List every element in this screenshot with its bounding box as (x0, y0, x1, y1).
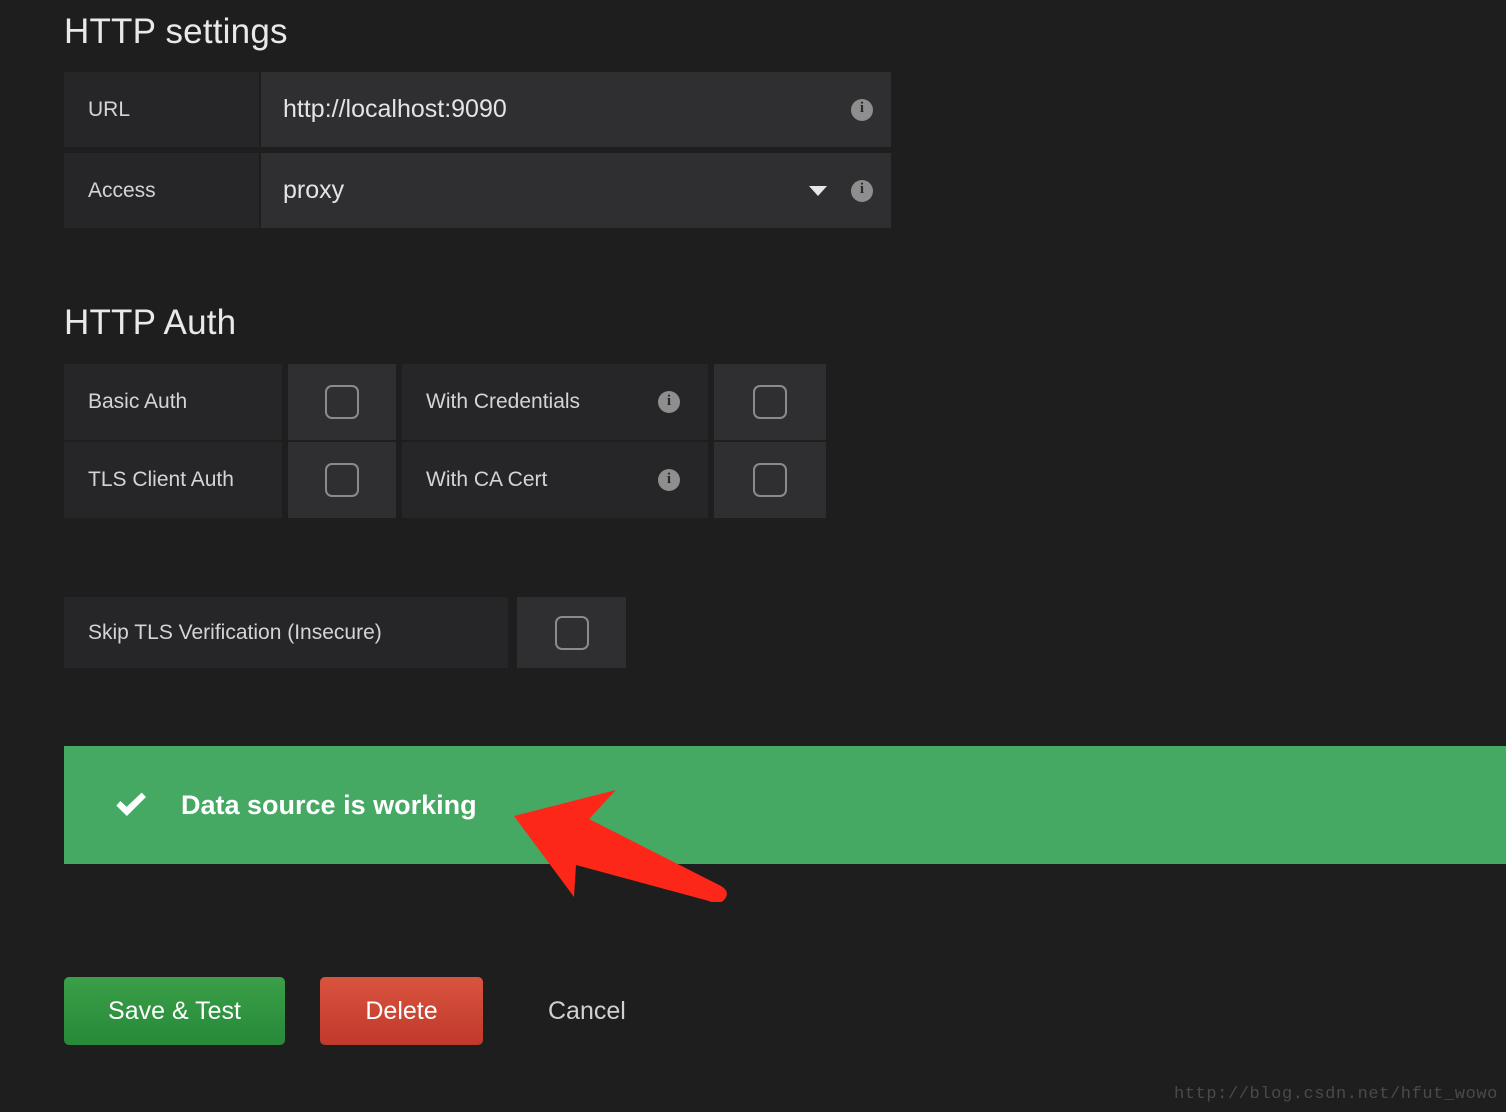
http-auth-grid: Basic Auth With Credentials i TLS Client… (64, 364, 826, 518)
info-icon[interactable]: i (851, 179, 873, 202)
datasource-settings-page: HTTP settings URL http://localhost:9090 … (0, 0, 1506, 1112)
skip-tls-checkbox[interactable] (554, 615, 589, 650)
basic-auth-label: Basic Auth (64, 364, 282, 440)
cancel-button[interactable]: Cancel (548, 977, 626, 1045)
info-icon[interactable]: i (658, 469, 680, 491)
with-ca-cert-label: With CA Cert (426, 468, 548, 491)
skip-tls-checkbox-cell[interactable] (517, 597, 626, 668)
access-label: Access (64, 153, 259, 228)
tls-client-auth-checkbox-cell[interactable] (288, 442, 396, 518)
skip-tls-label: Skip TLS Verification (Insecure) (64, 597, 508, 668)
field-row-access: Access proxy i (64, 153, 891, 228)
field-row-skip-tls: Skip TLS Verification (Insecure) (64, 597, 626, 668)
save-test-button[interactable]: Save & Test (64, 977, 285, 1045)
url-input-value: http://localhost:9090 (283, 95, 507, 123)
basic-auth-checkbox[interactable] (325, 385, 359, 419)
with-credentials-checkbox[interactable] (753, 385, 787, 419)
watermark-text: http://blog.csdn.net/hfut_wowo (1173, 1085, 1498, 1104)
url-input[interactable]: http://localhost:9090 i (261, 72, 891, 147)
tls-client-auth-checkbox[interactable] (325, 463, 359, 497)
access-select-value: proxy (283, 176, 345, 204)
tls-client-auth-label: TLS Client Auth (64, 442, 282, 518)
with-ca-cert-checkbox[interactable] (753, 463, 787, 497)
with-ca-cert-checkbox-cell[interactable] (714, 442, 826, 518)
check-icon (116, 792, 146, 816)
info-icon[interactable]: i (851, 98, 873, 121)
chevron-down-icon[interactable] (809, 185, 827, 196)
status-banner: Data source is working (64, 746, 1506, 864)
status-banner-text: Data source is working (181, 789, 477, 820)
section-heading-http-settings: HTTP settings (64, 12, 288, 51)
access-select[interactable]: proxy i (261, 153, 891, 228)
url-label: URL (64, 72, 259, 147)
form-action-bar: Save & Test Delete Cancel (64, 977, 626, 1045)
delete-button[interactable]: Delete (320, 977, 483, 1045)
with-ca-cert-label-cell: With CA Cert i (402, 442, 708, 518)
basic-auth-checkbox-cell[interactable] (288, 364, 396, 440)
section-heading-http-auth: HTTP Auth (64, 303, 237, 342)
with-credentials-checkbox-cell[interactable] (714, 364, 826, 440)
with-credentials-label-cell: With Credentials i (402, 364, 708, 440)
with-credentials-label: With Credentials (426, 390, 581, 413)
field-row-url: URL http://localhost:9090 i (64, 72, 891, 147)
info-icon[interactable]: i (658, 391, 680, 413)
